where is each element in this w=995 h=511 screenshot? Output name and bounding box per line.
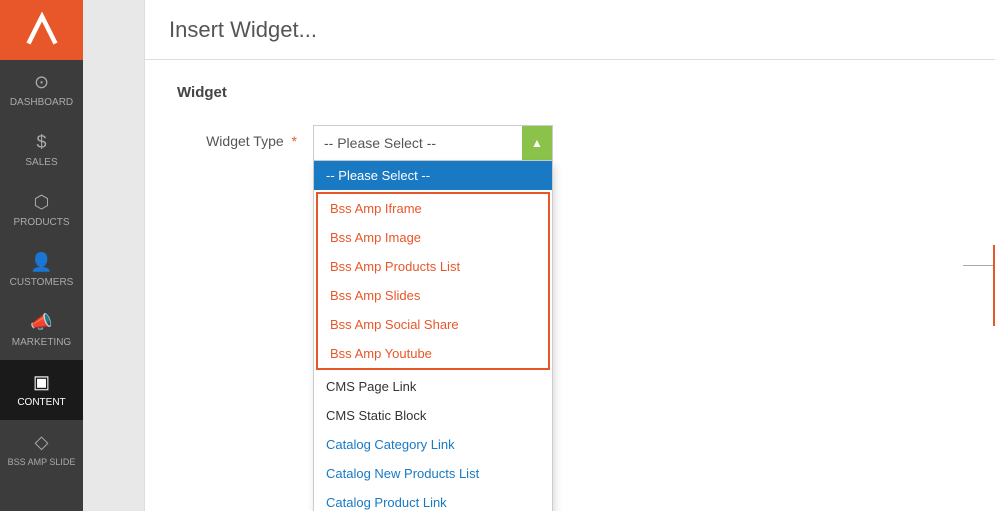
marketing-icon: 📣 — [30, 312, 52, 333]
bss-amp-icon: ◇ — [35, 432, 49, 453]
sidebar-item-dashboard[interactable]: ⊙ DASHBOARD — [0, 60, 83, 120]
dropdown-item-bss-iframe[interactable]: Bss Amp Iframe — [318, 194, 548, 223]
secondary-sidebar — [83, 0, 145, 511]
dropdown-item-bss-social-share[interactable]: Bss Amp Social Share — [318, 310, 548, 339]
widget-type-select[interactable]: -- Please Select -- ▲ — [313, 125, 553, 161]
dropdown-item-cms-static-block[interactable]: CMS Static Block — [314, 401, 552, 430]
widget-type-dropdown: -- Please Select -- Bss Amp Iframe Bss A… — [313, 161, 553, 511]
sidebar-item-products[interactable]: ⬡ PRODUCTS — [0, 180, 83, 240]
bss-group: Bss Amp Iframe Bss Amp Image Bss Amp Pro… — [316, 192, 550, 370]
main-content: Insert Widget... Widget Widget Type * --… — [145, 0, 995, 511]
widget-type-label: Widget Type * — [177, 125, 297, 149]
sidebar-label-products: PRODUCTS — [13, 217, 69, 228]
widget-type-select-container: -- Please Select -- ▲ -- Please Select -… — [313, 125, 553, 161]
dropdown-item-please-select[interactable]: -- Please Select -- — [314, 161, 552, 190]
dashboard-icon: ⊙ — [34, 72, 49, 93]
tooltip-connector-line — [963, 265, 995, 266]
widget-type-label-text: Widget Type — [206, 133, 284, 149]
select-placeholder-text: -- Please Select -- — [324, 135, 436, 151]
dropdown-item-bss-slides[interactable]: Bss Amp Slides — [318, 281, 548, 310]
dropdown-item-bss-image[interactable]: Bss Amp Image — [318, 223, 548, 252]
section-title: Widget — [177, 84, 963, 101]
sidebar-item-customers[interactable]: 👤 CUSTOMERS — [0, 240, 83, 300]
sidebar-item-bss-amp-slide[interactable]: ◇ BSS AMP SLIDE — [0, 420, 83, 479]
content-area: Widget Widget Type * -- Please Select --… — [145, 60, 995, 511]
dropdown-item-bss-products-list[interactable]: Bss Amp Products List — [318, 252, 548, 281]
sidebar-item-content[interactable]: ▣ CONTENT — [0, 360, 83, 420]
sidebar-label-customers: CUSTOMERS — [10, 277, 74, 288]
content-icon: ▣ — [33, 372, 50, 393]
topbar: Insert Widget... — [145, 0, 995, 60]
sidebar-item-marketing[interactable]: 📣 MARKETING — [0, 300, 83, 360]
dropdown-item-catalog-product-link[interactable]: Catalog Product Link — [314, 488, 552, 511]
widget-type-form-row: Widget Type * -- Please Select -- ▲ -- P… — [177, 125, 963, 161]
products-icon: ⬡ — [34, 192, 50, 213]
sidebar-label-bss-amp-slide: BSS AMP SLIDE — [8, 457, 76, 467]
required-star: * — [292, 133, 297, 149]
sidebar: ⊙ DASHBOARD $ SALES ⬡ PRODUCTS 👤 CUSTOME… — [0, 0, 83, 511]
dropdown-item-bss-youtube[interactable]: Bss Amp Youtube — [318, 339, 548, 368]
select-arrow-icon[interactable]: ▲ — [522, 126, 552, 160]
customers-icon: 👤 — [30, 252, 52, 273]
logo — [0, 0, 83, 60]
sidebar-item-sales[interactable]: $ SALES — [0, 120, 83, 180]
sidebar-label-content: CONTENT — [17, 397, 65, 408]
sidebar-label-dashboard: DASHBOARD — [10, 97, 73, 108]
dropdown-item-cms-page-link[interactable]: CMS Page Link — [314, 372, 552, 401]
page-title: Insert Widget... — [169, 17, 317, 43]
sidebar-label-sales: SALES — [25, 157, 57, 168]
sidebar-label-marketing: MARKETING — [12, 337, 71, 348]
sales-icon: $ — [36, 132, 46, 153]
dropdown-item-catalog-category-link[interactable]: Catalog Category Link — [314, 430, 552, 459]
dropdown-item-catalog-new-products-list[interactable]: Catalog New Products List — [314, 459, 552, 488]
